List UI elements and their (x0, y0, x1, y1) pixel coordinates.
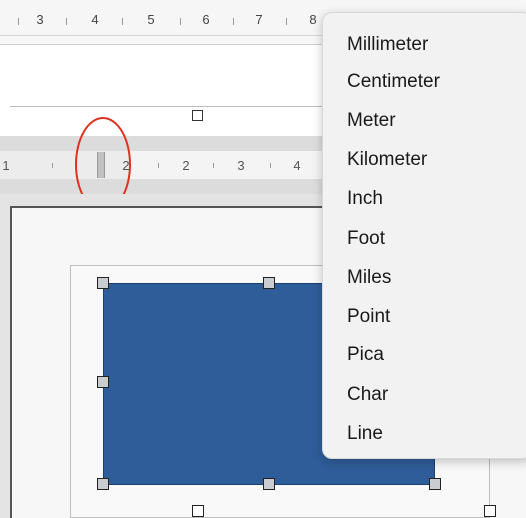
resize-handle-top-left[interactable] (97, 277, 109, 289)
ruler-number: 6 (202, 12, 210, 27)
ruler-number: 1 (2, 158, 10, 173)
ruler-number: 5 (147, 12, 155, 27)
ruler-tick (66, 18, 67, 25)
ruler-tick (52, 163, 53, 168)
ruler-number: 7 (255, 12, 263, 27)
ruler-tick (213, 163, 214, 168)
ruler-tick (180, 18, 181, 25)
menu-item-pica[interactable]: Pica (347, 344, 384, 366)
resize-handle[interactable] (484, 505, 496, 517)
resize-handle[interactable] (192, 110, 203, 121)
ruler-number: 3 (237, 158, 245, 173)
resize-handle-top[interactable] (263, 277, 275, 289)
ruler-tick (18, 18, 19, 25)
ruler-number: 3 (36, 12, 44, 27)
resize-handle-bottom-left[interactable] (97, 478, 109, 490)
ruler-number: 8 (309, 12, 317, 27)
resize-handle-bottom-right[interactable] (429, 478, 441, 490)
menu-item-line[interactable]: Line (347, 423, 383, 445)
menu-item-char[interactable]: Char (347, 384, 388, 406)
ruler-number: 4 (293, 158, 301, 173)
resize-handle-left[interactable] (97, 376, 109, 388)
ruler-tick (158, 163, 159, 168)
menu-item-inch[interactable]: Inch (347, 188, 383, 210)
ruler-tick (122, 18, 123, 25)
menu-item-meter[interactable]: Meter (347, 110, 396, 132)
resize-handle-bottom[interactable] (263, 478, 275, 490)
ruler-number: 4 (91, 12, 99, 27)
ruler-tick (270, 163, 271, 168)
menu-item-foot[interactable]: Foot (347, 228, 385, 250)
ruler-tick (286, 18, 287, 25)
menu-item-miles[interactable]: Miles (347, 267, 391, 289)
resize-handle[interactable] (192, 505, 204, 517)
ruler-number: 2 (182, 158, 190, 173)
menu-item-millimeter[interactable]: Millimeter (347, 34, 428, 56)
menu-item-point[interactable]: Point (347, 306, 390, 328)
menu-item-centimeter[interactable]: Centimeter (347, 71, 440, 93)
menu-item-kilometer[interactable]: Kilometer (347, 149, 427, 171)
unit-dropdown-menu: Millimeter Centimeter Meter Kilometer In… (322, 12, 526, 459)
ruler-tick (233, 18, 234, 25)
